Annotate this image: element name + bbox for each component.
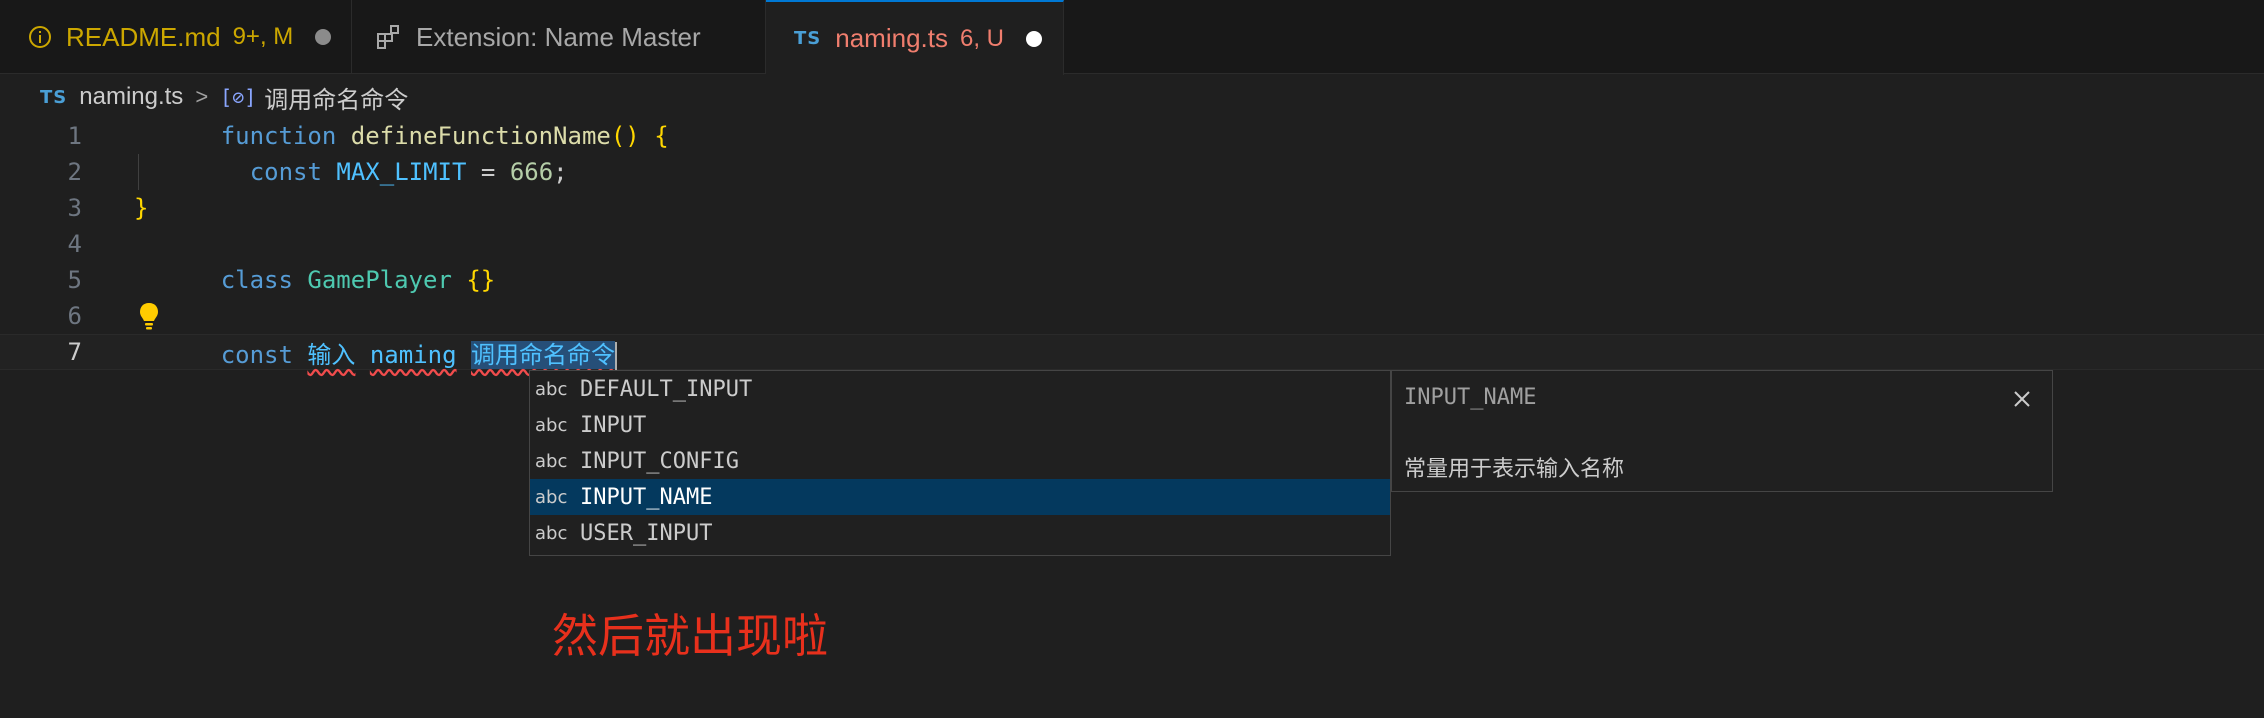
suggest-details-panel: INPUT_NAME 常量用于表示输入名称	[1391, 370, 2053, 492]
text-kind-icon: abc	[535, 378, 568, 400]
class-name: GamePlayer	[307, 266, 452, 294]
tab-status: 9+, M	[232, 23, 294, 50]
code-line[interactable]: 2 const MAX_LIMIT = 666;	[0, 154, 2264, 190]
constant-name: MAX_LIMIT	[336, 158, 467, 186]
indent-guide	[138, 154, 139, 190]
text-kind-icon: abc	[535, 414, 568, 436]
tab-label: README.md	[66, 21, 221, 52]
keyword: const	[220, 340, 293, 369]
close-icon[interactable]	[2010, 387, 2034, 411]
suggest-item-selected[interactable]: abc INPUT_NAME	[530, 479, 1390, 515]
suggest-item-label: USER_INPUT	[580, 520, 713, 546]
bracket: () {	[610, 122, 669, 150]
typescript-icon: TS	[794, 28, 822, 49]
suggest-item-label: DEFAULT_INPUT	[580, 376, 753, 402]
keyword: const	[249, 158, 322, 186]
line-number: 2	[67, 158, 82, 186]
operator: =	[466, 158, 510, 186]
suggest-item[interactable]: abc INPUT	[530, 407, 1390, 443]
details-title: INPUT_NAME	[1404, 385, 1537, 410]
line-number: 3	[67, 194, 82, 222]
details-documentation: 常量用于表示输入名称	[1404, 456, 1625, 481]
line-number: 5	[67, 266, 82, 294]
unsaved-dot-icon[interactable]	[315, 29, 332, 45]
tab-extension-name-master[interactable]: Extension: Name Master	[352, 0, 766, 74]
selected-text: 调用命名命令	[471, 340, 616, 369]
number-literal: 666	[509, 158, 554, 186]
tab-readme[interactable]: README.md 9+, M	[0, 0, 352, 74]
tab-status: 6, U	[959, 24, 1004, 52]
suggest-widget: abc DEFAULT_INPUT abc INPUT abc INPUT_CO…	[529, 370, 1391, 556]
suggest-item[interactable]: abc USER_INPUT	[530, 515, 1390, 551]
bracket: {}	[466, 266, 496, 294]
text-kind-icon: abc	[535, 450, 568, 472]
bracket: }	[134, 194, 149, 222]
tab-label: naming.ts	[835, 23, 948, 53]
code-line[interactable]: 3 }	[0, 190, 2264, 226]
annotation-text: 然后就出现啦	[552, 609, 828, 663]
line-number: 4	[67, 230, 82, 258]
line-number: 1	[67, 122, 82, 150]
suggest-item-label: INPUT_CONFIG	[580, 448, 739, 474]
typescript-icon: TS	[40, 86, 68, 108]
identifier-error: naming	[369, 340, 457, 369]
tab-bar: README.md 9+, M Extension: Name Master T…	[0, 0, 2264, 75]
suggest-item[interactable]: abc DEFAULT_INPUT	[530, 371, 1390, 407]
code-line[interactable]: 5 class GamePlayer {}	[0, 262, 2264, 298]
extensions-icon	[376, 24, 402, 50]
suggest-item-label: INPUT_NAME	[580, 484, 713, 510]
text-kind-icon: abc	[535, 486, 568, 508]
text-kind-icon: abc	[535, 522, 568, 544]
line-number: 7	[67, 338, 82, 366]
suggest-item[interactable]: abc INPUT_CONFIG	[530, 443, 1390, 479]
semicolon: ;	[553, 158, 568, 186]
tab-naming-ts[interactable]: TS naming.ts 6, U	[766, 0, 1064, 75]
line-number: 6	[67, 302, 82, 330]
keyword: class	[220, 266, 293, 294]
code-line-current[interactable]: 7 const 输入 naming 调用命名命令	[0, 334, 2264, 370]
info-icon	[28, 25, 52, 49]
unsaved-dot-icon[interactable]	[1026, 30, 1042, 47]
text-cursor	[615, 341, 618, 370]
suggest-item-label: INPUT	[580, 412, 647, 438]
identifier-error: 输入	[307, 340, 356, 369]
tab-label: Extension: Name Master	[416, 21, 701, 52]
